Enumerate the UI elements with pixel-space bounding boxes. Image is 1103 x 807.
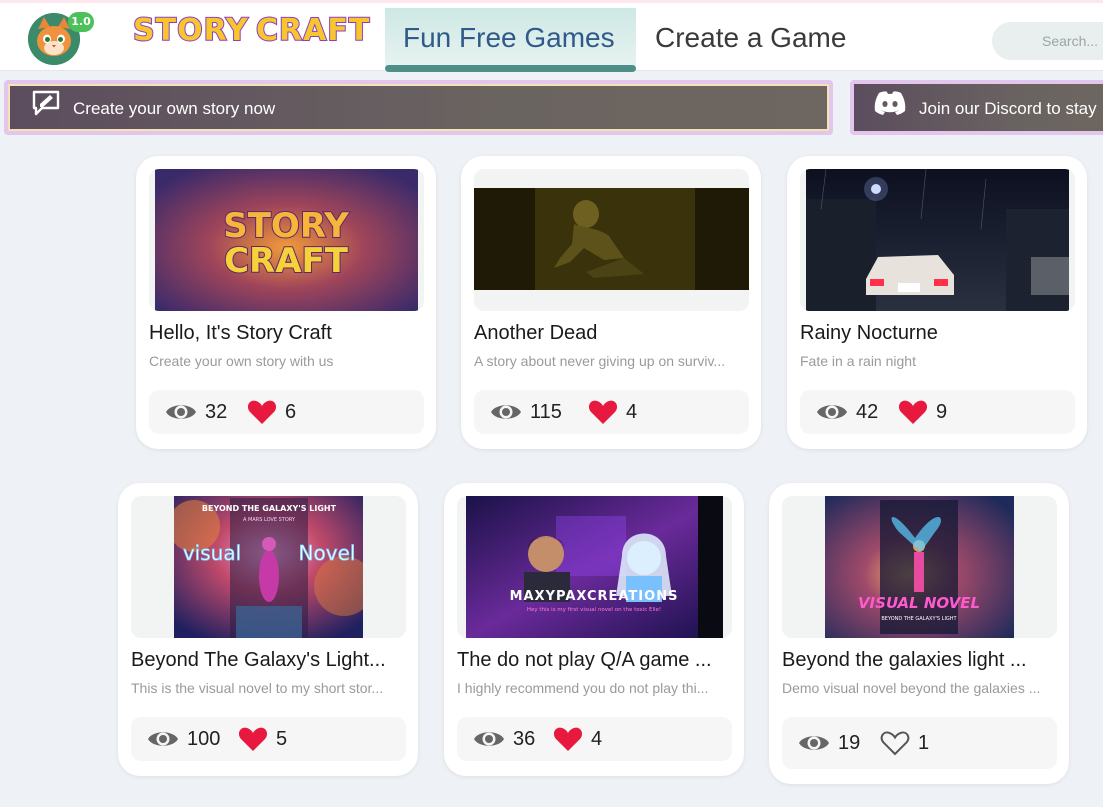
game-thumbnail [800, 169, 1075, 311]
discord-banner[interactable]: Join our Discord to stay [850, 80, 1103, 135]
game-title: The do not play Q/A game ... [457, 649, 712, 671]
view-count: 19 [798, 731, 860, 755]
like-count[interactable]: 9 [898, 400, 947, 424]
eye-icon [148, 732, 178, 746]
thumb-galaxy-subtitle: A MARS LOVE STORY [243, 517, 296, 523]
game-thumbnail: STORY CRAFT [149, 169, 424, 311]
heart-filled-icon[interactable] [238, 726, 268, 752]
game-thumbnail: MAXYPAXCREATIONS Hey this is my first vi… [457, 496, 732, 638]
create-story-banner-label: Create your own story now [73, 99, 276, 118]
like-count-value: 4 [626, 400, 638, 423]
heart-filled-icon[interactable] [588, 399, 618, 425]
logo-craft-text[interactable]: CRAFT [255, 12, 370, 49]
game-card[interactable]: Rainy Nocturne Fate in a rain night 42 9 [787, 156, 1087, 449]
game-card[interactable]: MAXYPAXCREATIONS Hey this is my first vi… [444, 483, 744, 776]
discord-icon [874, 91, 906, 115]
game-title: Beyond the galaxies light ... [782, 649, 1027, 671]
like-count[interactable]: 6 [247, 400, 296, 424]
logo-story-text[interactable]: STORY [132, 12, 249, 49]
edit-icon [32, 90, 60, 116]
like-count-value: 1 [918, 731, 930, 754]
eye-icon [166, 405, 196, 419]
eye-icon [799, 736, 829, 750]
like-count-value: 4 [591, 727, 603, 750]
like-count-value: 6 [285, 400, 297, 423]
game-stats: 36 4 [457, 717, 732, 761]
tab-create-a-game[interactable]: Create a Game [637, 8, 864, 72]
thumb-vn-subtitle: BEYOND THE GALAXY'S LIGHT [881, 616, 957, 622]
thumb-logo-story: STORY [223, 206, 349, 246]
game-thumbnail: VISUAL NOVEL BEYOND THE GALAXY'S LIGHT [782, 496, 1057, 638]
like-count-value: 5 [276, 727, 288, 750]
eye-icon [817, 405, 847, 419]
version-badge: 1.0 [68, 12, 94, 32]
game-description: Fate in a rain night [800, 353, 916, 369]
view-count: 36 [473, 727, 535, 751]
game-stats: 100 5 [131, 717, 406, 761]
heart-filled-icon[interactable] [247, 399, 277, 425]
view-count-value: 42 [856, 400, 879, 423]
game-thumbnail: BEYOND THE GALAXY'S LIGHT A MARS LOVE ST… [131, 496, 406, 638]
heart-outline-icon[interactable] [880, 730, 910, 756]
search-input[interactable] [992, 22, 1103, 60]
discord-banner-label: Join our Discord to stay [919, 99, 1097, 118]
game-description: Demo visual novel beyond the galaxies ..… [782, 680, 1041, 696]
game-stats: 32 6 [149, 390, 424, 434]
create-story-banner[interactable]: Create your own story now [4, 80, 833, 135]
thumb-galaxy-left: visual [183, 541, 241, 565]
thumb-galaxy-title: BEYOND THE GALAXY'S LIGHT [202, 504, 337, 513]
tab-fun-free-games[interactable]: Fun Free Games [385, 8, 636, 72]
view-count-value: 32 [205, 400, 228, 423]
like-count[interactable]: 4 [553, 727, 602, 751]
thumb-maxy-caption: Hey this is my first visual novel on the… [527, 607, 661, 613]
eye-icon [474, 732, 504, 746]
game-stats: 42 9 [800, 390, 1075, 434]
like-count-value: 9 [936, 400, 948, 423]
thumb-galaxy-right: Novel [299, 541, 356, 565]
view-count-value: 19 [838, 731, 861, 754]
thumb-maxy-text: MAXYPAXCREATIONS [510, 589, 679, 604]
game-description: This is the visual novel to my short sto… [131, 680, 384, 696]
game-thumbnail [474, 169, 749, 311]
like-count[interactable]: 4 [588, 400, 637, 424]
heart-filled-icon[interactable] [898, 399, 928, 425]
game-description: Create your own story with us [149, 353, 334, 369]
view-count: 100 [147, 727, 220, 751]
game-title: Rainy Nocturne [800, 322, 938, 344]
game-card[interactable]: VISUAL NOVEL BEYOND THE GALAXY'S LIGHT B… [769, 483, 1069, 784]
view-count-value: 115 [530, 400, 562, 423]
heart-filled-icon[interactable] [553, 726, 583, 752]
like-count[interactable]: 5 [238, 727, 287, 751]
game-card[interactable]: STORY CRAFT Hello, It's Story Craft Crea… [136, 156, 436, 449]
thumb-logo-craft: CRAFT [224, 241, 349, 281]
top-navigation-bar: 1.0 STORY CRAFT Fun Free Games Create a … [0, 0, 1103, 72]
game-stats: 19 1 [782, 717, 1057, 769]
game-card[interactable]: Another Dead A story about never giving … [461, 156, 761, 449]
view-count-value: 100 [187, 727, 221, 750]
game-card[interactable]: BEYOND THE GALAXY'S LIGHT A MARS LOVE ST… [118, 483, 418, 776]
thumb-vn-title: VISUAL NOVEL [858, 594, 980, 612]
game-description: I highly recommend you do not play thi..… [457, 680, 709, 696]
view-count: 115 [490, 400, 562, 424]
game-stats: 115 4 [474, 390, 749, 434]
eye-icon [491, 405, 521, 419]
like-count[interactable]: 1 [880, 730, 930, 756]
game-title: Beyond The Galaxy's Light... [131, 649, 386, 671]
game-title: Another Dead [474, 322, 598, 344]
view-count-value: 36 [513, 727, 536, 750]
game-description: A story about never giving up on surviv.… [474, 353, 726, 369]
view-count: 32 [165, 400, 227, 424]
game-title: Hello, It's Story Craft [149, 322, 332, 344]
view-count: 42 [816, 400, 878, 424]
